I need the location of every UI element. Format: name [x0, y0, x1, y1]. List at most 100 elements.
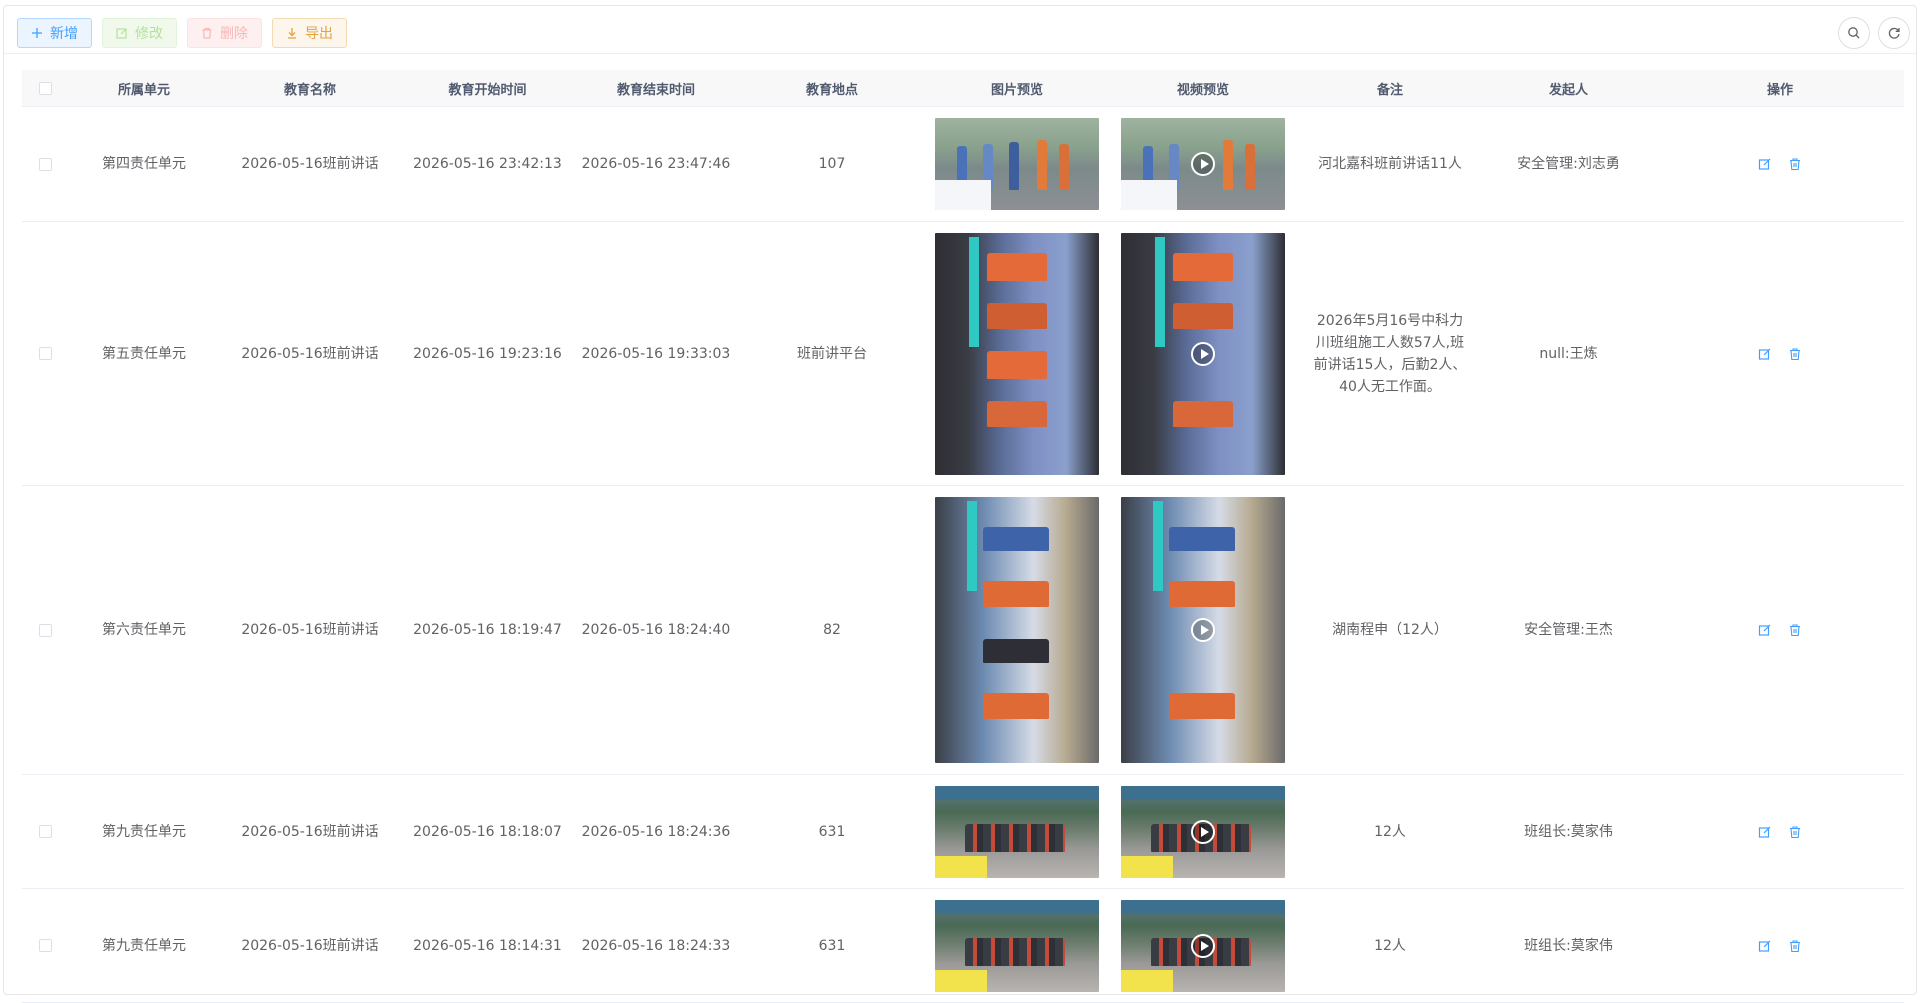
add-button-label: 新增 — [50, 26, 78, 42]
image-preview[interactable] — [935, 497, 1099, 763]
header-initiator: 发起人 — [1548, 82, 1588, 98]
cell-end: 2026-05-16 18:24:36 — [581, 823, 731, 840]
cell-remark: 河北嘉科班前讲话11人 — [1318, 156, 1462, 172]
row-checkbox[interactable] — [38, 939, 52, 952]
edit-icon — [116, 28, 127, 39]
plus-icon — [32, 28, 42, 38]
add-button[interactable]: 新增 — [17, 18, 92, 48]
row-delete-icon[interactable] — [1787, 156, 1803, 172]
header-video: 视频预览 — [1176, 82, 1229, 98]
table-row[interactable]: 第四责任单元 2026-05-16班前讲话 2026-05-16 23:42:1… — [22, 107, 1904, 222]
header-place: 教育地点 — [805, 82, 858, 98]
header-end: 教育结束时间 — [616, 82, 695, 98]
row-delete-icon[interactable] — [1787, 622, 1803, 638]
play-icon — [1191, 618, 1215, 642]
play-icon — [1191, 933, 1215, 958]
cell-name: 2026-05-16班前讲话 — [241, 937, 379, 954]
cell-unit: 第九责任单元 — [102, 823, 186, 840]
image-preview[interactable] — [935, 118, 1099, 210]
cell-initiator: 安全管理:王杰 — [1524, 622, 1613, 638]
cell-unit: 第九责任单元 — [102, 937, 186, 954]
row-delete-icon[interactable] — [1787, 824, 1803, 840]
table-row[interactable]: 第九责任单元 2026-05-16班前讲话 2026-05-16 18:14:3… — [22, 889, 1904, 1003]
edit-button-label: 修改 — [135, 26, 163, 42]
education-table: 所属单元 教育名称 教育开始时间 教育结束时间 教育地点 图片预览 视频预览 备… — [22, 70, 1904, 1003]
row-edit-icon[interactable] — [1757, 938, 1773, 954]
image-preview[interactable] — [935, 232, 1099, 475]
cell-name: 2026-05-16班前讲话 — [241, 823, 379, 840]
row-checkbox[interactable] — [38, 347, 52, 360]
row-edit-icon[interactable] — [1757, 156, 1773, 172]
search-toggle-button[interactable] — [1838, 17, 1870, 49]
select-all-cell — [22, 81, 68, 95]
select-all-checkbox[interactable] — [38, 81, 52, 95]
refresh-icon — [1888, 27, 1900, 39]
cell-name: 2026-05-16班前讲话 — [241, 622, 379, 638]
delete-button-label: 删除 — [220, 26, 248, 42]
cell-remark: 12人 — [1374, 937, 1406, 954]
download-icon — [288, 28, 296, 39]
table-header: 所属单元 教育名称 教育开始时间 教育结束时间 教育地点 图片预览 视频预览 备… — [22, 70, 1904, 107]
table-row[interactable]: 第五责任单元 2026-05-16班前讲话 2026-05-16 19:23:1… — [22, 222, 1904, 486]
cell-start: 2026-05-16 18:14:31 — [413, 937, 562, 954]
image-preview[interactable] — [935, 899, 1099, 992]
cell-start: 2026-05-16 23:42:13 — [413, 156, 562, 172]
toolbar: 新增 修改 删除 导出 — [17, 18, 347, 48]
play-icon — [1191, 341, 1215, 366]
cell-remark: 2026年5月16号中科力川班组施工人数57人,班前讲话15人，后勤2人、40人… — [1313, 312, 1467, 395]
play-icon — [1191, 819, 1215, 844]
cell-unit: 第四责任单元 — [102, 156, 186, 172]
cell-unit: 第六责任单元 — [102, 622, 186, 638]
header-remark: 备注 — [1376, 82, 1403, 98]
cell-end: 2026-05-16 18:24:40 — [581, 622, 731, 638]
video-preview[interactable] — [1121, 899, 1285, 992]
cell-initiator: 班组长:莫家伟 — [1524, 937, 1613, 954]
cell-start: 2026-05-16 18:19:47 — [413, 622, 562, 638]
cell-end: 2026-05-16 19:33:03 — [581, 345, 731, 362]
row-delete-icon[interactable] — [1787, 938, 1803, 954]
cell-initiator: 安全管理:刘志勇 — [1517, 156, 1620, 172]
cell-start: 2026-05-16 18:18:07 — [413, 823, 562, 840]
row-checkbox[interactable] — [38, 157, 52, 171]
row-edit-icon[interactable] — [1757, 346, 1773, 362]
edit-button[interactable]: 修改 — [102, 18, 177, 48]
table-row[interactable]: 第六责任单元 2026-05-16班前讲话 2026-05-16 18:19:4… — [22, 486, 1904, 775]
row-edit-icon[interactable] — [1757, 824, 1773, 840]
cell-place: 班前讲平台 — [797, 345, 867, 362]
refresh-button[interactable] — [1878, 17, 1910, 49]
header-name: 教育名称 — [283, 82, 336, 98]
cell-end: 2026-05-16 23:47:46 — [581, 156, 731, 172]
video-preview[interactable] — [1121, 118, 1285, 210]
export-button[interactable]: 导出 — [272, 18, 347, 48]
row-edit-icon[interactable] — [1757, 622, 1773, 638]
play-icon — [1191, 152, 1215, 176]
cell-place: 631 — [818, 937, 846, 954]
delete-button[interactable]: 删除 — [187, 18, 262, 48]
toolbar-divider — [4, 53, 1916, 54]
cell-place: 82 — [823, 622, 841, 638]
row-checkbox[interactable] — [38, 825, 52, 838]
video-preview[interactable] — [1121, 232, 1285, 475]
table-row[interactable]: 第九责任单元 2026-05-16班前讲话 2026-05-16 18:18:0… — [22, 775, 1904, 889]
cell-initiator: null:王炼 — [1539, 345, 1598, 362]
cell-initiator: 班组长:莫家伟 — [1524, 823, 1613, 840]
header-start: 教育开始时间 — [448, 82, 527, 98]
header-image: 图片预览 — [990, 82, 1043, 98]
cell-name: 2026-05-16班前讲话 — [241, 345, 379, 362]
cell-remark: 湖南程申（12人） — [1332, 622, 1448, 638]
cell-unit: 第五责任单元 — [102, 345, 186, 362]
cell-place: 107 — [818, 156, 846, 172]
cell-start: 2026-05-16 19:23:16 — [413, 345, 562, 362]
cell-end: 2026-05-16 18:24:33 — [581, 937, 731, 954]
trash-icon — [202, 27, 212, 39]
video-preview[interactable] — [1121, 497, 1285, 763]
cell-place: 631 — [818, 823, 846, 840]
export-button-label: 导出 — [305, 26, 333, 42]
header-actions: 操作 — [1766, 82, 1793, 98]
row-delete-icon[interactable] — [1787, 346, 1803, 362]
cell-remark: 12人 — [1374, 823, 1406, 840]
search-icon — [1848, 27, 1860, 39]
row-checkbox[interactable] — [38, 623, 52, 637]
video-preview[interactable] — [1121, 785, 1285, 878]
image-preview[interactable] — [935, 785, 1099, 878]
